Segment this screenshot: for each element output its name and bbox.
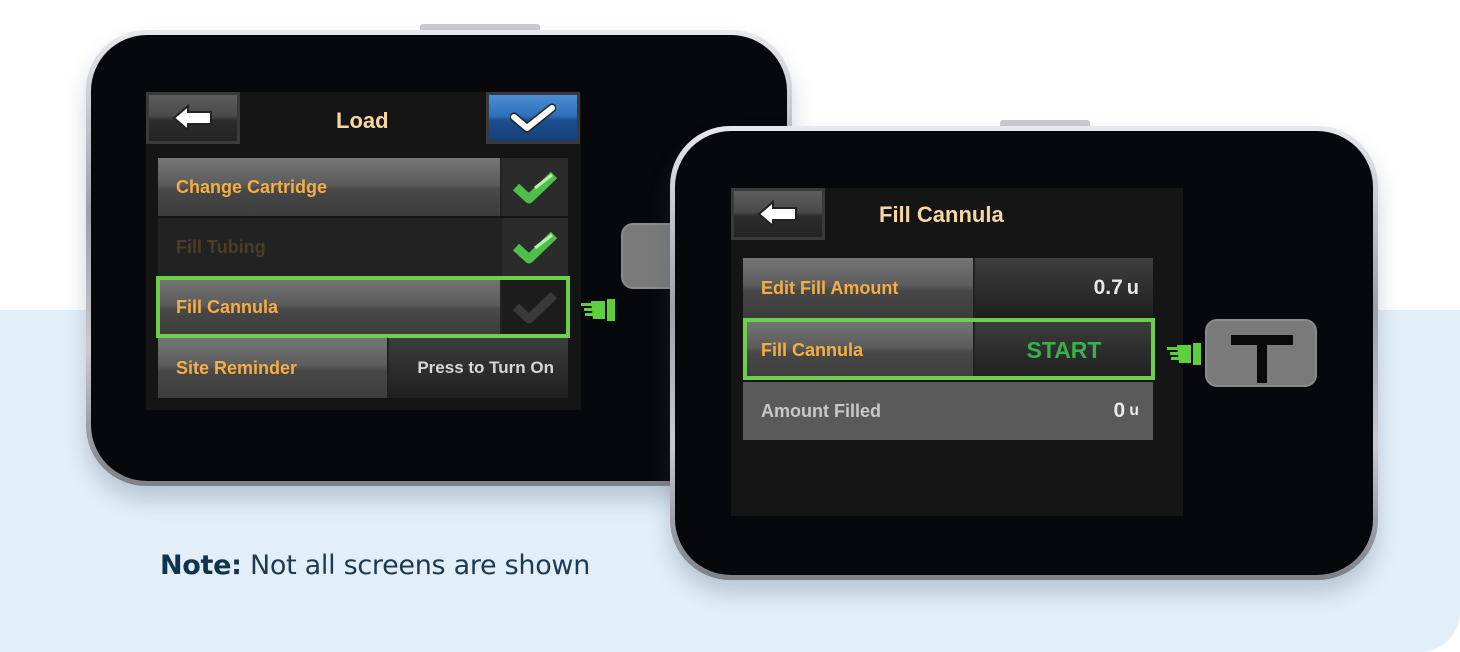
list-item-fill-cannula[interactable]: Fill Cannula START xyxy=(743,320,1153,380)
value-unit: u xyxy=(1126,276,1139,299)
row-label: Change Cartridge xyxy=(158,158,502,216)
list-item-fill-cannula[interactable]: Fill Cannula xyxy=(158,278,568,336)
gray-checkmark-icon xyxy=(513,291,557,324)
site-reminder-value[interactable]: Press to Turn On xyxy=(389,338,568,398)
load-screen: Load Change Cartridge Fill Tubing Fill C… xyxy=(146,92,581,410)
back-button[interactable] xyxy=(146,92,240,144)
confirm-button[interactable] xyxy=(486,92,580,144)
row-label: Site Reminder xyxy=(158,338,389,398)
amount-filled-value: 0 u xyxy=(975,382,1153,440)
list-item-edit-fill-amount[interactable]: Edit Fill Amount 0.7 u xyxy=(743,258,1153,318)
row-label: Fill Cannula xyxy=(158,278,502,336)
list-item-change-cartridge[interactable]: Change Cartridge xyxy=(158,158,568,216)
checkmark-icon xyxy=(510,103,556,133)
green-checkmark-icon xyxy=(513,171,557,204)
start-label: START xyxy=(1026,336,1102,363)
page-title: Fill Cannula xyxy=(879,202,1004,227)
note-text: Note: Not all screens are shown xyxy=(160,550,590,581)
pointing-hand-icon xyxy=(581,299,615,321)
green-checkmark-icon xyxy=(513,231,557,264)
arrow-left-icon xyxy=(757,200,797,228)
t-button[interactable] xyxy=(1205,319,1317,387)
note-label: Note: xyxy=(160,550,242,581)
value-number: 0 xyxy=(1113,399,1126,422)
row-label: Fill Tubing xyxy=(158,218,502,276)
note-body: Not all screens are shown xyxy=(241,550,591,581)
back-button[interactable] xyxy=(731,188,825,240)
fill-amount-value[interactable]: 0.7 u xyxy=(975,258,1153,318)
row-label: Fill Cannula xyxy=(743,320,975,380)
start-button[interactable]: START xyxy=(975,320,1153,380)
page-title: Load xyxy=(336,108,389,133)
value-unit: u xyxy=(1129,402,1139,419)
status-cell xyxy=(502,218,568,276)
value-number: 0.7 xyxy=(1093,276,1123,299)
list-item-site-reminder[interactable]: Site Reminder Press to Turn On xyxy=(158,338,568,398)
arrow-left-icon xyxy=(172,104,212,132)
pointing-hand-icon xyxy=(1167,343,1201,365)
pump-device-fill-cannula: Fill Cannula Edit Fill Amount 0.7 u Fill… xyxy=(670,126,1378,580)
status-cell xyxy=(502,158,568,216)
list-item-fill-tubing[interactable]: Fill Tubing xyxy=(158,218,568,276)
fill-cannula-screen: Fill Cannula Edit Fill Amount 0.7 u Fill… xyxy=(731,188,1183,516)
t-logo-icon xyxy=(1231,335,1293,383)
device-glass: Fill Cannula Edit Fill Amount 0.7 u Fill… xyxy=(675,131,1373,575)
list-item-amount-filled: Amount Filled 0 u xyxy=(743,382,1153,440)
status-cell xyxy=(502,278,568,336)
row-label: Amount Filled xyxy=(743,382,975,440)
row-label: Edit Fill Amount xyxy=(743,258,975,318)
